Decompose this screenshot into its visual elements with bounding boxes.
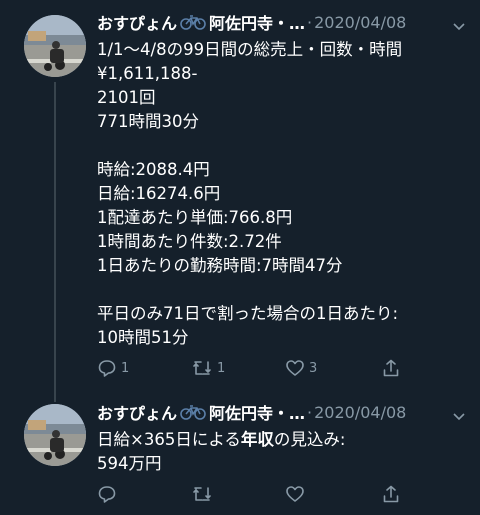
chevron-down-icon[interactable] (452, 407, 466, 421)
avatar-photo-icon (24, 15, 86, 77)
tweet-date[interactable]: 2020/04/08 (314, 13, 406, 32)
reply-button[interactable]: 1 (97, 357, 129, 379)
tweet-1[interactable]: おすぴょん 阿佐円寺・… · 2020/04/08 1/1〜4/8の99日間の総… (0, 0, 480, 402)
display-name-suffix[interactable]: 阿佐円寺・… (209, 10, 305, 34)
reply-button[interactable] (97, 483, 121, 505)
retweet-button[interactable]: 1 (191, 357, 225, 379)
share-icon (383, 359, 399, 377)
tweet-line: 1日あたりの勤務時間:7時間47分 (97, 256, 343, 275)
display-name-suffix[interactable]: 阿佐円寺・… (209, 400, 305, 424)
text-span: の見込み: (273, 430, 346, 449)
tweet-line: 594万円 (97, 454, 162, 473)
text-span: 日給×365日による (97, 430, 241, 449)
tweet-line: 10時間51分 (97, 328, 189, 347)
tweet-line: 1配達あたり単価:766.8円 (97, 208, 293, 227)
tweet-header: おすぴょん 阿佐円寺・… · 2020/04/08 (97, 400, 466, 424)
bicycle-icon (180, 14, 206, 30)
heart-icon (286, 486, 304, 502)
like-button[interactable] (285, 483, 309, 505)
bicycle-icon (180, 404, 206, 420)
tweet-line: 2101回 (97, 88, 156, 107)
share-icon (383, 485, 399, 503)
tweet-text: 1/1〜4/8の99日間の総売上・回数・時間 ¥1,611,188- 2101回… (97, 38, 466, 350)
tweet-line (97, 134, 466, 158)
tweet-actions: 1 1 3 (97, 357, 417, 379)
tweet-line: 平日のみ71日で割った場合の1日あたり: (97, 304, 399, 323)
separator: · (307, 402, 313, 422)
reply-count: 1 (121, 360, 130, 376)
retweet-icon (193, 361, 211, 375)
thread-line (54, 82, 56, 402)
avatar[interactable] (24, 15, 86, 77)
tweet-text: 日給×365日による年収の見込み: 594万円 (97, 428, 466, 476)
heart-icon (286, 360, 304, 376)
reply-icon (98, 360, 116, 377)
tweet-actions (97, 483, 417, 505)
tweet-line: ¥1,611,188- (97, 64, 198, 83)
tweet-2[interactable]: おすぴょん 阿佐円寺・… · 2020/04/08 日給×365日による年収の見… (0, 394, 480, 515)
tweet-line: 時給:2088.4円 (97, 160, 210, 179)
tweet-header: おすぴょん 阿佐円寺・… · 2020/04/08 (97, 10, 466, 34)
share-button[interactable] (381, 357, 401, 379)
share-button[interactable] (381, 483, 401, 505)
retweet-icon (193, 487, 211, 501)
tweet-line: 771時間30分 (97, 112, 199, 131)
avatar[interactable] (24, 404, 86, 466)
like-count: 3 (309, 360, 318, 376)
tweet-line (97, 278, 466, 302)
highlight-text: 年収 (240, 430, 274, 449)
chevron-down-icon[interactable] (452, 17, 466, 31)
reply-icon (98, 486, 116, 503)
tweet-line: 1時間あたり件数:2.72件 (97, 232, 282, 251)
retweet-count: 1 (217, 360, 226, 376)
retweet-button[interactable] (191, 483, 217, 505)
like-button[interactable]: 3 (285, 357, 317, 379)
tweet-line: 日給×365日による年収の見込み: (97, 428, 466, 452)
display-name[interactable]: おすぴょん (97, 10, 177, 34)
separator: · (307, 12, 313, 32)
display-name[interactable]: おすぴょん (97, 400, 177, 424)
tweet-line: 日給:16274.6円 (97, 184, 221, 203)
avatar-photo-icon (24, 404, 86, 466)
tweet-line: 1/1〜4/8の99日間の総売上・回数・時間 (97, 40, 403, 59)
tweet-date[interactable]: 2020/04/08 (314, 403, 406, 422)
